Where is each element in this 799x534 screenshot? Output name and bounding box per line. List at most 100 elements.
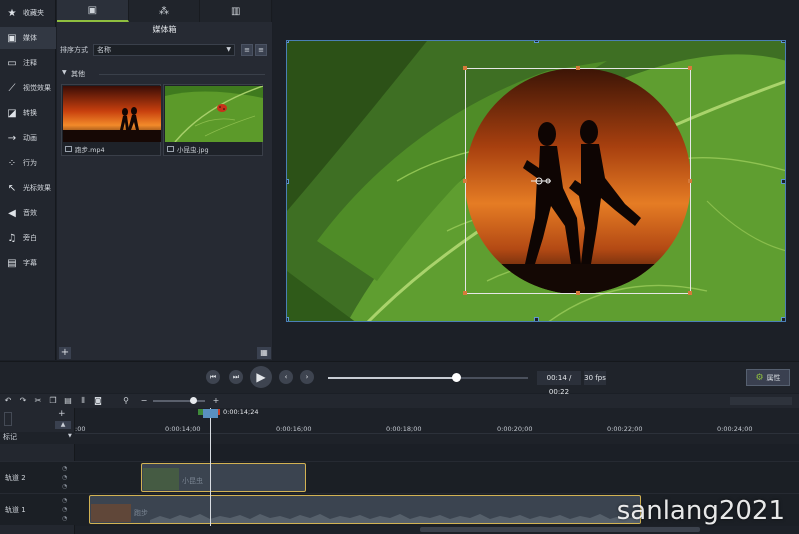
nav-item-animations[interactable]: → 动画 bbox=[0, 127, 56, 149]
copy-icon[interactable]: ❐ bbox=[47, 395, 59, 407]
nav-item-behaviors[interactable]: ⁘ 行为 bbox=[0, 152, 56, 174]
zoom-search-icon[interactable]: ⚲ bbox=[120, 395, 132, 407]
time-ruler[interactable]: :00 0:00:14;00 0:00:16;00 0:00:18;00 0:0… bbox=[75, 408, 799, 434]
nav-item-favorites[interactable]: ★ 收藏夹 bbox=[0, 2, 56, 24]
tab-media-bin[interactable]: ▣ bbox=[57, 0, 129, 22]
timeline-scroll-indicator[interactable] bbox=[730, 397, 792, 405]
add-track-button[interactable]: + bbox=[58, 409, 66, 419]
paste-icon[interactable]: ▤ bbox=[62, 395, 74, 407]
collapse-button[interactable]: ▲ bbox=[55, 421, 71, 429]
resize-handle[interactable] bbox=[463, 291, 467, 295]
timeline-clip-insect[interactable]: 小昆虫 bbox=[141, 463, 306, 492]
properties-button[interactable]: ⚙ 属性 bbox=[746, 369, 790, 386]
nav-item-label: 行为 bbox=[23, 159, 37, 167]
zoom-slider[interactable] bbox=[153, 400, 205, 402]
canvas-handle[interactable] bbox=[287, 41, 289, 43]
nav-item-captions[interactable]: ▤ 字幕 bbox=[0, 252, 56, 274]
player-controls: ⏮ ⏭ ▶ ‹ › 00:14 / 00:22 30 fps ⚙ 属性 bbox=[0, 361, 799, 396]
zoom-slider-knob[interactable] bbox=[190, 397, 197, 404]
tick-label: 0:00:22;00 bbox=[607, 425, 643, 433]
undo-icon[interactable]: ↶ bbox=[2, 395, 14, 407]
step-back-button[interactable]: ⏮ bbox=[206, 370, 220, 384]
media-item-insect[interactable]: 小昆虫.jpg bbox=[163, 84, 263, 156]
animation-icon: → bbox=[7, 132, 17, 144]
split-icon[interactable]: ⫴ bbox=[77, 395, 89, 407]
resize-handle[interactable] bbox=[576, 291, 580, 295]
speaker-icon: ◀ bbox=[8, 207, 16, 219]
nav-item-media[interactable]: ▣ 媒体 bbox=[0, 27, 56, 49]
resize-handle[interactable] bbox=[688, 291, 692, 295]
canvas-handle[interactable] bbox=[287, 317, 289, 321]
mute-icon[interactable]: ◔ bbox=[62, 483, 67, 490]
nav-item-audio-effects[interactable]: ◀ 音效 bbox=[0, 202, 56, 224]
sort-descending-button[interactable]: ≡ bbox=[255, 44, 267, 56]
canvas-handle[interactable] bbox=[781, 179, 785, 184]
track-height-slider[interactable] bbox=[4, 412, 12, 426]
collapse-triangle-icon[interactable]: ▼ bbox=[62, 69, 67, 76]
nav-item-cursor-effects[interactable]: ↖ 光标效果 bbox=[0, 177, 56, 199]
magic-wand-icon: ⟋ bbox=[8, 82, 16, 94]
canvas-handle[interactable] bbox=[781, 317, 785, 321]
canvas-handle[interactable] bbox=[534, 317, 539, 321]
divider bbox=[99, 74, 265, 75]
eye-icon[interactable]: ◔ bbox=[62, 474, 67, 481]
group-label: 其他 bbox=[71, 70, 85, 78]
sort-select-value: 名称 bbox=[97, 46, 111, 54]
resize-handle[interactable] bbox=[463, 179, 467, 183]
canvas-handle[interactable] bbox=[534, 41, 539, 43]
nav-item-visual-effects[interactable]: ⟋ 视觉效果 bbox=[0, 77, 56, 99]
nav-item-label: 收藏夹 bbox=[23, 9, 44, 17]
star-icon: ★ bbox=[7, 7, 17, 19]
view-mode-button[interactable]: ▦ bbox=[257, 347, 271, 359]
chevron-left-icon: ‹ bbox=[284, 373, 288, 381]
add-media-button[interactable]: + bbox=[59, 347, 71, 359]
step-forward-button[interactable]: ⏭ bbox=[229, 370, 243, 384]
sort-icon: ≡ bbox=[258, 46, 264, 54]
chevron-down-icon[interactable]: ▼ bbox=[68, 433, 72, 439]
sort-label: 排序方式 bbox=[60, 46, 88, 54]
timeline-scrollbar-thumb[interactable] bbox=[420, 527, 700, 532]
playhead-line[interactable] bbox=[210, 408, 211, 534]
tab-library[interactable]: ⁂ bbox=[129, 0, 201, 22]
lock-icon[interactable]: ◔ bbox=[62, 497, 67, 504]
play-button[interactable]: ▶ bbox=[250, 366, 272, 388]
cut-icon[interactable]: ✂ bbox=[32, 395, 44, 407]
mute-icon[interactable]: ◔ bbox=[62, 515, 67, 522]
rotation-handle[interactable] bbox=[531, 177, 551, 185]
video-clip-overlay[interactable] bbox=[463, 66, 692, 295]
scrub-knob[interactable] bbox=[452, 373, 461, 382]
nav-item-annotations[interactable]: ▭ 注释 bbox=[0, 52, 56, 74]
resize-handle[interactable] bbox=[576, 66, 580, 70]
lock-icon[interactable]: ◔ bbox=[62, 465, 67, 472]
nav-item-voice-narration[interactable]: ♫ 旁白 bbox=[0, 227, 56, 249]
media-bin-panel: ▣ ⁂ ▥ 媒体箱 排序方式 名称 ▼ ≡ ≡ ▼ 其他 跑步.mp4 小昆虫.… bbox=[57, 0, 273, 360]
audio-waveform bbox=[150, 514, 640, 523]
fps-display[interactable]: 30 fps bbox=[584, 371, 606, 385]
media-item-running[interactable]: 跑步.mp4 bbox=[61, 84, 161, 156]
resize-handle[interactable] bbox=[463, 66, 467, 70]
media-caption: 跑步.mp4 bbox=[65, 144, 105, 154]
timeline-clip-running[interactable]: 跑步 bbox=[89, 495, 641, 524]
left-nav: ★ 收藏夹 ▣ 媒体 ▭ 注释 ⟋ 视觉效果 ◪ 转换 → 动画 ⁘ 行为 ↖ … bbox=[0, 0, 56, 360]
playhead-handle[interactable] bbox=[203, 409, 218, 418]
resize-handle[interactable] bbox=[688, 179, 692, 183]
watermark: sanlang2021 bbox=[616, 496, 785, 526]
clip-name: 跑步 bbox=[134, 509, 148, 517]
nav-item-transitions[interactable]: ◪ 转换 bbox=[0, 102, 56, 124]
tab-books[interactable]: ▥ bbox=[200, 0, 273, 22]
resize-handle[interactable] bbox=[688, 66, 692, 70]
forward-icon: ⏭ bbox=[232, 373, 240, 381]
canvas-handle[interactable] bbox=[287, 179, 289, 184]
redo-icon[interactable]: ↷ bbox=[17, 395, 29, 407]
eye-icon[interactable]: ◔ bbox=[62, 506, 67, 513]
sort-icon: ≡ bbox=[244, 46, 250, 54]
zoom-out-button[interactable]: − bbox=[138, 395, 150, 407]
zoom-in-button[interactable]: + bbox=[210, 395, 222, 407]
camera-icon[interactable]: ◙ bbox=[92, 395, 104, 407]
sort-ascending-button[interactable]: ≡ bbox=[241, 44, 253, 56]
canvas-handle[interactable] bbox=[781, 41, 785, 43]
preview-canvas[interactable] bbox=[286, 40, 786, 322]
sort-select[interactable]: 名称 ▼ bbox=[93, 44, 235, 56]
next-frame-button[interactable]: › bbox=[300, 370, 314, 384]
previous-frame-button[interactable]: ‹ bbox=[279, 370, 293, 384]
